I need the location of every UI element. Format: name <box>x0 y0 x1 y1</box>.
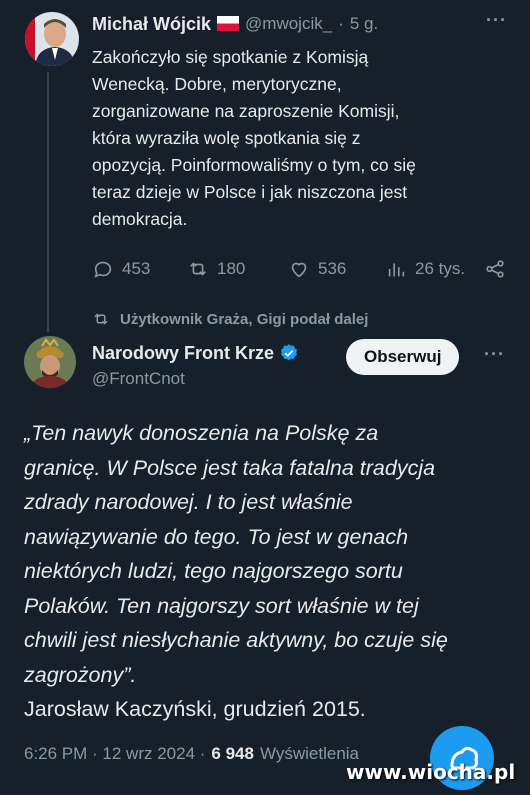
post-text: „Ten nawyk donoszenia na Polskę za grani… <box>24 416 448 727</box>
author-name[interactable]: Michał Wójcik <box>92 14 211 35</box>
quote-line: Polaków. Ten najgorszy sort właśnie w te… <box>24 593 419 618</box>
repost-note-text: Użytkownik Graża, Gigi podał dalej <box>120 310 369 328</box>
quote-line: zdrady narodowej. I to jest właśnie <box>24 490 353 514</box>
quote-line: granicę. W Polsce jest taka fatalna trad… <box>24 455 436 480</box>
repost-icon <box>94 313 108 325</box>
reply-count: 453 <box>122 259 151 278</box>
quote-line: chwili jest niesłychanie aktywny, bo czu… <box>24 628 448 652</box>
post-time[interactable]: 5 g. <box>350 14 378 34</box>
separator: · <box>338 14 344 33</box>
repost-count: 180 <box>217 259 246 278</box>
post-text-line: Zakończyło się spotkanie z Komisją <box>92 47 369 67</box>
views-count: 26 tys. <box>415 259 466 278</box>
quote-line: „Ten nawyk donoszenia na Polskę za <box>24 421 379 445</box>
like-count: 536 <box>318 259 347 278</box>
attribution: Jarosław Kaczyński, grudzień 2015. <box>24 697 366 721</box>
more-options-icon[interactable]: ··· <box>486 10 507 31</box>
quote-line: zagrożony”. <box>24 662 137 687</box>
post-text-line: opozycją. Poinformowaliśmy o tym, co się <box>92 155 416 175</box>
repost-button[interactable]: 180 <box>187 258 245 280</box>
more-options-icon[interactable]: ··· <box>484 344 505 365</box>
repost-icon <box>190 262 206 276</box>
post-text-line: teraz dzieje w Polsce i jak niszczona je… <box>92 182 408 202</box>
like-button[interactable]: 536 <box>288 258 346 280</box>
repost-note[interactable]: Użytkownik Graża, Gigi podał dalej <box>92 310 368 328</box>
reply-icon <box>94 261 112 278</box>
post-meta: 6:26 PM · 12 wrz 2024 · 6 948 Wyświetlen… <box>24 744 359 764</box>
poland-flag-icon <box>217 15 240 31</box>
reply-button[interactable]: 453 <box>92 258 150 280</box>
like-icon <box>291 262 307 278</box>
author-handle[interactable]: @mwojcik_ <box>245 14 332 34</box>
follow-button[interactable]: Obserwuj <box>346 339 460 375</box>
watermark: www.wiocha.pl <box>346 760 516 784</box>
post-text-line: zorganizowane na zaproszenie Komisji, <box>92 101 400 121</box>
view-count: 6 948 <box>211 744 254 763</box>
avatar-michal-wojcik[interactable] <box>25 12 79 66</box>
share-button[interactable] <box>484 258 506 280</box>
post-text: Zakończyło się spotkanie z Komisją Wenec… <box>92 44 416 233</box>
author-handle[interactable]: @FrontCnot <box>92 369 185 389</box>
thread-line <box>47 72 49 332</box>
avatar-narodowy-front[interactable] <box>24 336 76 388</box>
views-icon <box>388 263 405 277</box>
author-name[interactable]: Narodowy Front Krze <box>92 343 274 364</box>
quote-line: niektórych ludzi, tego najgorszego sortu <box>24 559 403 583</box>
views-button[interactable]: 26 tys. <box>385 258 465 280</box>
timestamp[interactable]: 6:26 PM · 12 wrz 2024 · <box>24 744 205 764</box>
post-text-line: Wenecką. Dobre, merytoryczne, <box>92 74 342 94</box>
post-text-line: która wyraziła wolę spotkania się z <box>92 128 361 148</box>
quote-line: nawiązywanie do tego. To jest w genach <box>24 524 409 549</box>
share-icon <box>486 260 504 278</box>
verified-badge-icon <box>280 344 298 361</box>
views-label: Wyświetlenia <box>259 744 360 763</box>
post-text-line: demokracja. <box>92 209 188 229</box>
